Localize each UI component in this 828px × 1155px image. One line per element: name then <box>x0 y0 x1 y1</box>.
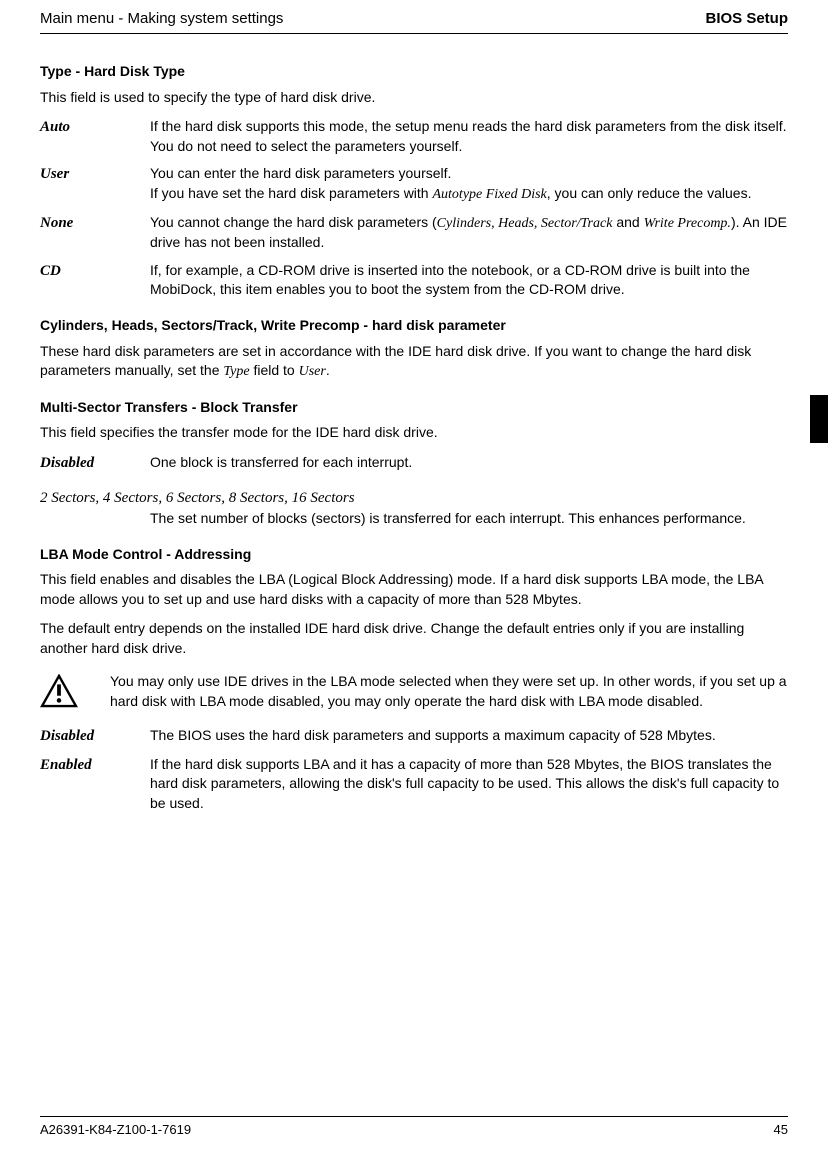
def-desc: One block is transferred for each interr… <box>150 453 788 474</box>
text: If you have set the hard disk parameters… <box>150 185 432 201</box>
header-right-text: BIOS Setup <box>705 8 788 29</box>
def-item-enabled: Enabled If the hard disk supports LBA an… <box>40 755 788 814</box>
page-footer: A26391-K84-Z100-1-7619 45 <box>40 1116 788 1139</box>
def-term: Disabled <box>40 726 150 747</box>
page-header: Main menu - Making system settings BIOS … <box>40 8 788 34</box>
italic-text: Write Precomp. <box>644 216 731 231</box>
def-desc: If, for example, a CD-ROM drive is inser… <box>150 261 788 300</box>
def-desc: You can enter the hard disk parameters y… <box>150 164 788 204</box>
section-body: These hard disk parameters are set in ac… <box>40 342 788 382</box>
warning-icon-wrap <box>40 672 110 711</box>
def-desc: You cannot change the hard disk paramete… <box>150 213 788 253</box>
warning-text: You may only use IDE drives in the LBA m… <box>110 672 788 711</box>
sectors-options: 2 Sectors, 4 Sectors, 6 Sectors, 8 Secto… <box>40 488 788 509</box>
italic-text: User <box>299 364 326 379</box>
def-term: None <box>40 213 150 253</box>
def-term: Auto <box>40 117 150 156</box>
def-item-disabled: Disabled One block is transferred for ea… <box>40 453 788 474</box>
def-desc: If the hard disk supports LBA and it has… <box>150 755 788 814</box>
text: field to <box>250 362 299 378</box>
italic-text: Type <box>223 364 249 379</box>
definition-list: Disabled The BIOS uses the hard disk par… <box>40 726 788 814</box>
section-body: The default entry depends on the install… <box>40 619 788 658</box>
text: . <box>326 362 330 378</box>
warning-icon <box>40 674 78 708</box>
text: You cannot change the hard disk paramete… <box>150 214 437 230</box>
section-title-multisector: Multi-Sector Transfers - Block Transfer <box>40 398 788 418</box>
text: These hard disk parameters are set in ac… <box>40 343 751 379</box>
def-desc: If the hard disk supports this mode, the… <box>150 117 788 156</box>
italic-text: Cylinders, Heads, Sector/Track <box>437 216 613 231</box>
def-item-auto: Auto If the hard disk supports this mode… <box>40 117 788 156</box>
italic-text: Autotype Fixed Disk <box>432 187 546 202</box>
section-body: This field enables and disables the LBA … <box>40 570 788 609</box>
text: You can enter the hard disk parameters y… <box>150 165 451 181</box>
footer-page-number: 45 <box>774 1121 788 1139</box>
def-item-user: User You can enter the hard disk paramet… <box>40 164 788 204</box>
section-title-params: Cylinders, Heads, Sectors/Track, Write P… <box>40 316 788 336</box>
text: and <box>612 214 643 230</box>
def-desc: The BIOS uses the hard disk parameters a… <box>150 726 788 747</box>
def-item-cd: CD If, for example, a CD-ROM drive is in… <box>40 261 788 300</box>
text: , you can only reduce the values. <box>547 185 752 201</box>
def-term: Disabled <box>40 453 150 474</box>
def-item-disabled: Disabled The BIOS uses the hard disk par… <box>40 726 788 747</box>
section-title-lba: LBA Mode Control - Addressing <box>40 545 788 565</box>
warning-box: You may only use IDE drives in the LBA m… <box>40 672 788 711</box>
definition-list: Auto If the hard disk supports this mode… <box>40 117 788 300</box>
section-intro: This field specifies the transfer mode f… <box>40 423 788 443</box>
side-tab-marker <box>810 395 828 443</box>
def-term: CD <box>40 261 150 300</box>
footer-doc-id: A26391-K84-Z100-1-7619 <box>40 1121 191 1139</box>
definition-list: Disabled One block is transferred for ea… <box>40 453 788 474</box>
def-term: Enabled <box>40 755 150 814</box>
section-intro: This field is used to specify the type o… <box>40 88 788 108</box>
def-term: User <box>40 164 150 204</box>
header-left-text: Main menu - Making system settings <box>40 8 283 29</box>
def-item-none: None You cannot change the hard disk par… <box>40 213 788 253</box>
sectors-desc: The set number of blocks (sectors) is tr… <box>150 509 788 529</box>
section-title-type: Type - Hard Disk Type <box>40 62 788 82</box>
